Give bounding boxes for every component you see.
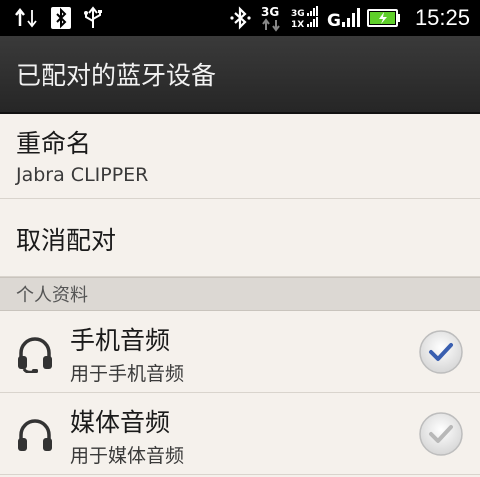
network-3g-icon: 3G — [259, 5, 285, 32]
title-bar: 已配对的蓝牙设备 — [0, 36, 480, 114]
usb-icon — [82, 6, 104, 30]
section-label: 个人资料 — [16, 285, 88, 306]
signal-g-icon: G — [327, 6, 361, 30]
headset-icon — [16, 335, 54, 374]
phone-audio-checkbox[interactable] — [418, 329, 464, 375]
device-name: Jabra CLIPPER — [16, 164, 149, 186]
rename-row[interactable]: 重命名 Jabra CLIPPER — [0, 114, 480, 199]
svg-text:3G: 3G — [291, 9, 305, 19]
signal-3g-1x-icon: 3G 1X — [291, 6, 321, 30]
profile-subtitle: 用于手机音频 — [70, 363, 185, 385]
battery-charging-icon — [366, 6, 401, 30]
profile-row-media-audio[interactable]: 媒体音频 用于媒体音频 — [0, 393, 480, 475]
svg-text:3G: 3G — [261, 5, 279, 19]
profile-row-phone-audio[interactable]: 手机音频 用于手机音频 — [0, 311, 480, 393]
unpair-label: 取消配对 — [16, 226, 117, 255]
data-transfer-icon — [14, 6, 40, 30]
bluetooth-icon — [229, 6, 253, 30]
profiles-section-header: 个人资料 — [0, 277, 480, 311]
profile-title: 手机音频 — [70, 326, 171, 355]
svg-text:1X: 1X — [291, 20, 304, 30]
headphones-icon — [16, 417, 54, 455]
profile-title: 媒体音频 — [70, 408, 171, 437]
profile-subtitle: 用于媒体音频 — [70, 445, 185, 467]
bluetooth-notification-icon — [50, 6, 72, 30]
clock: 15:25 — [414, 5, 470, 30]
media-audio-checkbox[interactable] — [418, 411, 464, 457]
svg-text:G: G — [327, 11, 341, 30]
page-title: 已配对的蓝牙设备 — [16, 61, 217, 90]
status-bar: 3G 3G 1X G 15:25 — [0, 0, 480, 36]
rename-label: 重命名 — [16, 129, 92, 158]
unpair-row[interactable]: 取消配对 — [0, 199, 480, 277]
